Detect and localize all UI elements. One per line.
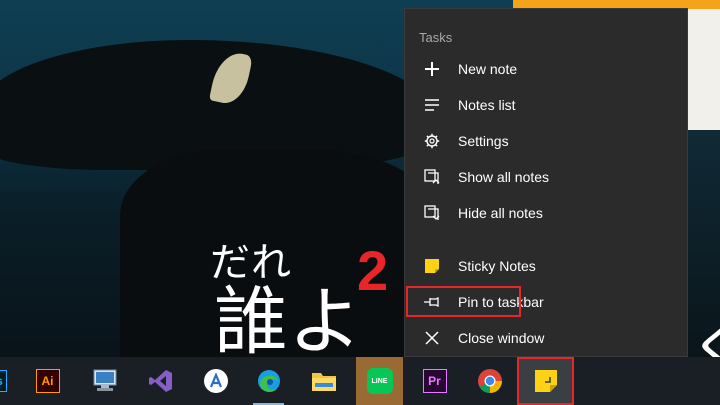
line-label: LINE xyxy=(371,377,388,385)
list-icon xyxy=(423,96,441,114)
taskbar-chrome[interactable] xyxy=(466,357,513,405)
taskbar-edge[interactable] xyxy=(245,357,292,405)
taskbar-photoshop[interactable]: Ps xyxy=(0,357,19,405)
menu-item-label: Hide all notes xyxy=(458,205,543,221)
illustrator-label: Ai xyxy=(41,374,54,388)
taskbar-premiere[interactable]: Pr xyxy=(411,357,458,405)
step-number-2: 2 xyxy=(357,239,389,302)
illustrator-icon: Ai xyxy=(35,369,60,393)
photoshop-icon: Ps xyxy=(0,370,7,392)
folder-icon xyxy=(311,370,337,392)
menu-header-tasks: Tasks xyxy=(419,30,453,45)
app-store-icon xyxy=(203,368,229,394)
sticky-note-window-edge xyxy=(688,0,720,130)
gear-icon xyxy=(423,132,441,150)
premiere-label: Pr xyxy=(428,374,441,388)
premiere-icon: Pr xyxy=(422,369,447,393)
wallpaper-text-large: 誰よ xyxy=(214,279,362,357)
edge-icon xyxy=(256,368,282,394)
menu-item-label: Show all notes xyxy=(458,169,550,185)
photoshop-label: Ps xyxy=(0,374,3,388)
pin-to-taskbar-highlight xyxy=(406,286,521,317)
menu-item-close-window[interactable]: Close window xyxy=(409,321,685,355)
wallpaper-text-edge: く xyxy=(690,300,720,357)
menu-item-notes-list[interactable]: Notes list xyxy=(409,88,685,122)
menu-item-label: New note xyxy=(458,61,518,77)
menu-item-label: Settings xyxy=(458,133,509,149)
taskbar-visual-studio[interactable] xyxy=(137,357,184,405)
taskbar-sticky-notes[interactable] xyxy=(517,357,574,405)
remote-desktop-icon xyxy=(91,368,119,394)
menu-item-new-note[interactable]: New note xyxy=(409,52,685,86)
menu-item-label: Sticky Notes xyxy=(458,258,536,274)
menu-item-sticky-notes-app[interactable]: Sticky Notes xyxy=(409,249,685,283)
plus-icon xyxy=(423,60,441,78)
close-icon xyxy=(423,329,441,347)
line-icon: LINE xyxy=(366,368,393,394)
sticky-notes-taskbar-icon xyxy=(534,369,558,393)
menu-item-show-all-notes[interactable]: Show all notes xyxy=(409,160,685,194)
taskbar-file-explorer[interactable] xyxy=(300,357,347,405)
visual-studio-icon xyxy=(148,368,174,394)
taskbar-remote-desktop[interactable] xyxy=(81,357,128,405)
hide-all-notes-icon xyxy=(423,204,441,222)
menu-item-label: Close window xyxy=(458,330,545,346)
taskbar-illustrator[interactable]: Ai xyxy=(24,357,71,405)
menu-item-hide-all-notes[interactable]: Hide all notes xyxy=(409,196,685,230)
taskbar: Ps Ai xyxy=(0,357,720,405)
sticky-notes-icon xyxy=(423,257,441,275)
menu-item-settings[interactable]: Settings xyxy=(409,124,685,158)
menu-item-label: Notes list xyxy=(458,97,516,113)
taskbar-app-store[interactable] xyxy=(192,357,239,405)
taskbar-line[interactable]: LINE xyxy=(356,357,403,405)
chrome-icon xyxy=(477,368,503,394)
show-all-notes-icon xyxy=(423,168,441,186)
